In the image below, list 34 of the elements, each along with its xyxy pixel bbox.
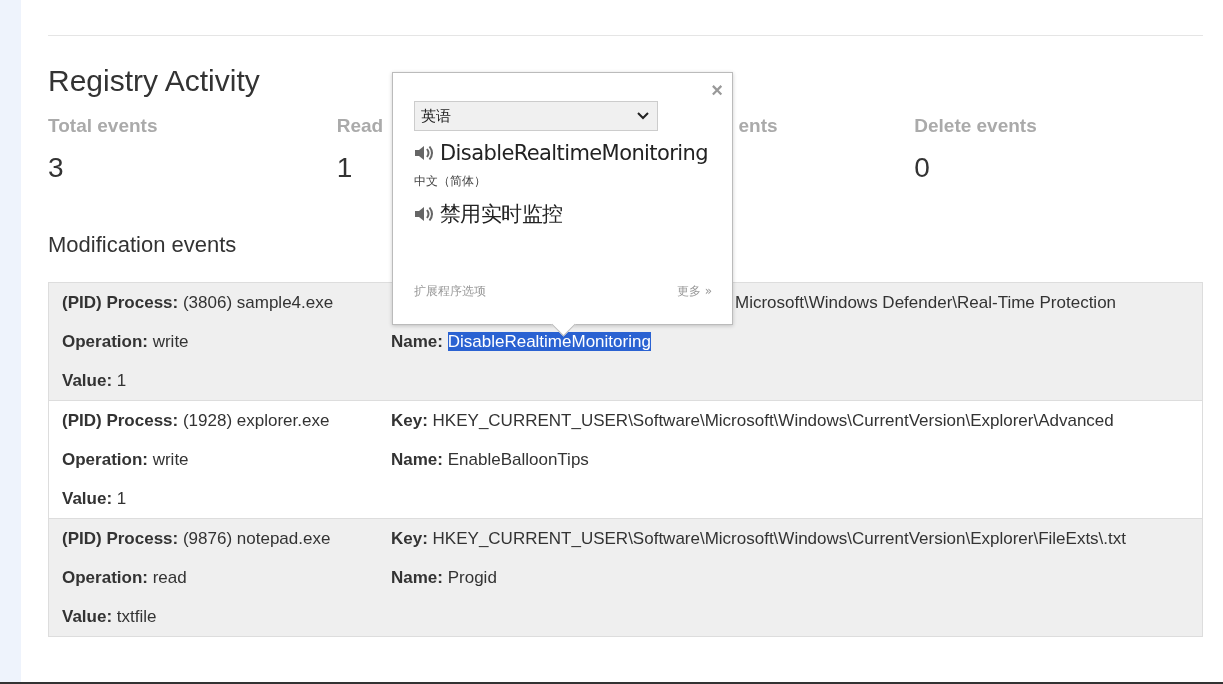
stat-value: 3 <box>48 151 64 185</box>
table-cell-text: Value: 1 <box>62 370 127 392</box>
caret-icon <box>637 112 649 120</box>
table-cell-text: Name: Progid <box>391 567 497 589</box>
table-cell-text: Operation: write <box>62 331 189 353</box>
table-cell-text: Operation: write <box>62 449 189 471</box>
table-cell-text: Key: HKEY_CURRENT_USER\Software\Microsoft\Windows\CurrentVersion\Explorer\FileExts\.txt <box>391 528 1127 550</box>
stat-label: Delete events <box>914 114 1037 138</box>
speaker-icon[interactable] <box>414 144 434 162</box>
stat-label: Read <box>336 114 384 138</box>
speaker-icon[interactable] <box>414 205 434 223</box>
target-language: 中文（简体） <box>414 173 487 190</box>
stat-label: Total events <box>48 114 158 138</box>
extension-options-link[interactable]: 扩展程序选项 <box>414 283 486 300</box>
section-title: Registry Activity <box>48 63 260 99</box>
table-cell-text: Name: EnableBalloonTips <box>391 449 589 471</box>
subsection-title: Modification events <box>48 231 238 259</box>
stat-label: ents <box>738 114 778 138</box>
table-cell-text: Value: txtfile <box>62 606 157 628</box>
language-select[interactable]: 英语 <box>414 101 658 131</box>
table-cell-text: Operation: read <box>62 567 187 589</box>
more-link[interactable]: 更多 » <box>676 283 712 300</box>
close-button[interactable]: × <box>711 79 723 101</box>
table-cell-text: Value: 1 <box>62 488 127 510</box>
stat-value: 1 <box>336 151 353 185</box>
table-cell-text: (PID) Process: (9876) notepad.exe <box>62 528 331 550</box>
table-cell-text: (PID) Process: (3806) sample4.exe <box>62 292 334 314</box>
stat-value: 0 <box>914 151 930 185</box>
table-cell-text: Key: HKEY_CURRENT_USER\Software\Microsoft\Windows\CurrentVersion\Explorer\Advanced <box>391 410 1114 432</box>
translated-text: 禁用实时监控 <box>440 201 563 228</box>
table-cell-text: Name: DisableRealtimeMonitoring <box>391 331 651 353</box>
table-cell-text: (PID) Process: (1928) explorer.exe <box>62 410 330 432</box>
table-cell-text: Microsoft\Windows Defender\Real-Time Protection <box>735 292 1117 314</box>
source-text: DisableRealtimeMonitoring <box>440 141 708 165</box>
